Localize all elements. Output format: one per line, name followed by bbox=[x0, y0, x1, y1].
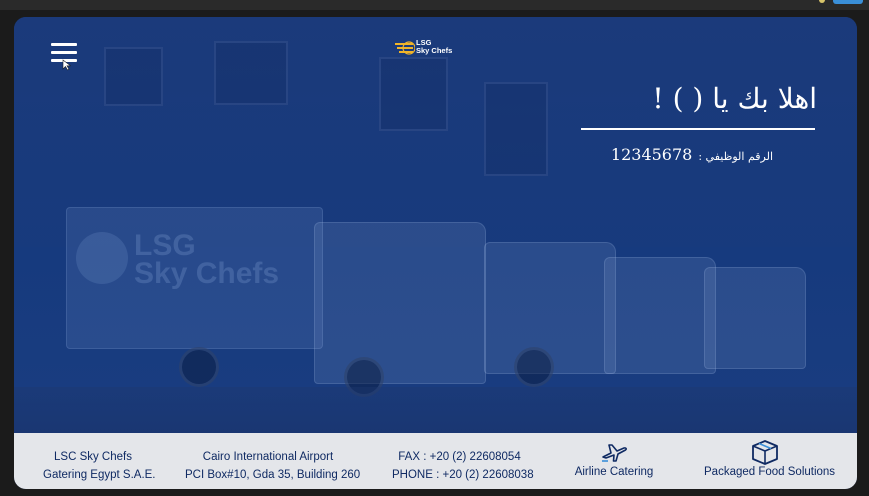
company-name: LSC Sky Chefs bbox=[54, 451, 132, 463]
airplane-icon bbox=[602, 444, 628, 462]
window-top-strip bbox=[0, 0, 869, 10]
welcome-greeting: اهلا بك يا ( ) ! bbox=[652, 82, 817, 115]
app-window: LSG Sky Chefs LSG Sky Chefs اهلا بك يا (… bbox=[14, 17, 857, 489]
background-truck-cab bbox=[314, 222, 486, 384]
employee-id-value: 12345678 bbox=[610, 145, 693, 164]
package-box-icon bbox=[752, 440, 778, 465]
background-wheel bbox=[514, 347, 554, 387]
logo-text-line2: Sky Chefs bbox=[416, 46, 453, 55]
address-line2: PCI Box#10, Gda 35, Building 260 bbox=[185, 469, 361, 481]
window-control[interactable] bbox=[833, 0, 863, 4]
background-window bbox=[484, 82, 548, 176]
employee-id-label: الرقم الوظيفي : bbox=[698, 150, 773, 163]
phone-number: PHONE : +20 (2) 22608038 bbox=[392, 469, 534, 481]
truck-logo-line1: LSG bbox=[134, 229, 196, 262]
greeting-underline bbox=[581, 128, 815, 130]
background-window bbox=[104, 47, 163, 106]
background-truck-cab bbox=[604, 257, 716, 374]
packaged-food-link[interactable]: Packaged Food Solutions bbox=[704, 439, 836, 478]
menu-bar bbox=[51, 51, 77, 54]
footer-company: LSC Sky Chefs Gatering Egypt S.A.E. bbox=[43, 448, 156, 484]
employee-id: الرقم الوظيفي : 12345678 bbox=[611, 145, 773, 164]
packaged-food-label: Packaged Food Solutions bbox=[704, 466, 836, 478]
background-wheel bbox=[179, 347, 219, 387]
company-legal-name: Gatering Egypt S.A.E. bbox=[43, 469, 156, 481]
truck-logo-circle bbox=[76, 232, 128, 284]
footer-bar: LSC Sky Chefs Gatering Egypt S.A.E. Cair… bbox=[14, 433, 857, 489]
address-line1: Cairo International Airport bbox=[202, 451, 334, 463]
lsg-sky-chefs-logo: LSG Sky Chefs bbox=[395, 37, 465, 59]
menu-bar bbox=[51, 43, 77, 46]
truck-logo-line2: Sky Chefs bbox=[134, 257, 280, 290]
footer-address: Cairo International Airport PCI Box#10, … bbox=[185, 448, 361, 484]
background-ground bbox=[14, 387, 857, 433]
status-indicator bbox=[819, 0, 825, 3]
hero-banner: LSG Sky Chefs LSG Sky Chefs اهلا بك يا (… bbox=[14, 17, 857, 433]
airline-catering-link[interactable]: Airline Catering bbox=[570, 439, 658, 478]
airline-catering-label: Airline Catering bbox=[574, 466, 654, 478]
background-window bbox=[214, 41, 288, 105]
background-window bbox=[379, 57, 448, 131]
footer-contact: FAX : +20 (2) 22608054 PHONE : +20 (2) 2… bbox=[392, 448, 534, 484]
lsg-logo-mark-icon bbox=[395, 41, 415, 55]
background-truck-cab bbox=[704, 267, 806, 369]
fax-number: FAX : +20 (2) 22608054 bbox=[398, 451, 521, 463]
mouse-cursor-icon bbox=[62, 59, 72, 71]
